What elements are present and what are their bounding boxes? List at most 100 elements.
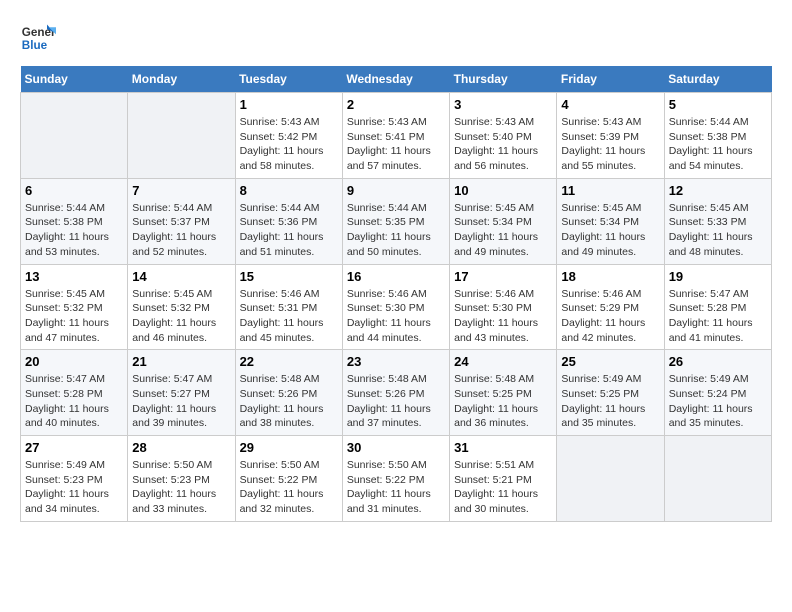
week-row-4: 20Sunrise: 5:47 AMSunset: 5:28 PMDayligh… bbox=[21, 350, 772, 436]
calendar-cell: 17Sunrise: 5:46 AMSunset: 5:30 PMDayligh… bbox=[450, 264, 557, 350]
day-info: Sunrise: 5:45 AMSunset: 5:33 PMDaylight:… bbox=[669, 201, 767, 260]
calendar-cell: 5 Sunrise: 5:44 AMSunset: 5:38 PMDaylight… bbox=[664, 93, 771, 179]
day-number: 6 bbox=[25, 183, 123, 198]
calendar-cell: 14 Sunrise: 5:45 AMSunset: 5:32 PMDayligh… bbox=[128, 264, 235, 350]
day-number: 18 bbox=[561, 269, 659, 284]
day-number: 26 bbox=[669, 354, 767, 369]
day-info: Sunrise: 5:49 AMSunset: 5:23 PMDaylight:… bbox=[25, 458, 123, 517]
svg-text:Blue: Blue bbox=[22, 39, 48, 52]
day-number: 14 bbox=[132, 269, 230, 284]
weekday-header-tuesday: Tuesday bbox=[235, 66, 342, 93]
daylight-hours: Daylight: 11 hours and 48 minutes. bbox=[669, 231, 753, 258]
daylight-hours: Daylight: 11 hours and 54 minutes. bbox=[669, 145, 753, 172]
calendar-cell bbox=[128, 93, 235, 179]
logo: General Blue bbox=[20, 20, 60, 56]
logo-icon: General Blue bbox=[20, 20, 56, 56]
day-info: Sunrise: 5:48 AMSunset: 5:26 PMDaylight:… bbox=[240, 372, 338, 431]
day-info: Sunrise: 5:47 AMSunset: 5:27 PMDaylight:… bbox=[132, 372, 230, 431]
weekday-header-wednesday: Wednesday bbox=[342, 66, 449, 93]
day-info: Sunrise: 5:49 AMSunset: 5:25 PMDaylight:… bbox=[561, 372, 659, 431]
day-number: 2 bbox=[347, 97, 445, 112]
daylight-hours: Daylight: 11 hours and 43 minutes. bbox=[454, 317, 538, 344]
day-info: Sunrise: 5:45 AMSunset: 5:32 PMDaylight:… bbox=[25, 287, 123, 346]
day-info: Sunrise: 5:48 AMSunset: 5:26 PMDaylight:… bbox=[347, 372, 445, 431]
daylight-hours: Daylight: 11 hours and 49 minutes. bbox=[561, 231, 645, 258]
calendar-cell: 22Sunrise: 5:48 AMSunset: 5:26 PMDayligh… bbox=[235, 350, 342, 436]
weekday-header-monday: Monday bbox=[128, 66, 235, 93]
day-number: 28 bbox=[132, 440, 230, 455]
daylight-hours: Daylight: 11 hours and 38 minutes. bbox=[240, 403, 324, 430]
daylight-hours: Daylight: 11 hours and 39 minutes. bbox=[132, 403, 216, 430]
daylight-hours: Daylight: 11 hours and 32 minutes. bbox=[240, 488, 324, 515]
calendar-cell: 12Sunrise: 5:45 AMSunset: 5:33 PMDayligh… bbox=[664, 178, 771, 264]
daylight-hours: Daylight: 11 hours and 33 minutes. bbox=[132, 488, 216, 515]
daylight-hours: Daylight: 11 hours and 37 minutes. bbox=[347, 403, 431, 430]
day-info: Sunrise: 5:50 AMSunset: 5:22 PMDaylight:… bbox=[240, 458, 338, 517]
day-number: 20 bbox=[25, 354, 123, 369]
day-info: Sunrise: 5:43 AMSunset: 5:40 PMDaylight:… bbox=[454, 115, 552, 174]
day-info: Sunrise: 5:45 AMSunset: 5:34 PMDaylight:… bbox=[561, 201, 659, 260]
weekday-header-sunday: Sunday bbox=[21, 66, 128, 93]
day-info: Sunrise: 5:50 AMSunset: 5:23 PMDaylight:… bbox=[132, 458, 230, 517]
daylight-hours: Daylight: 11 hours and 35 minutes. bbox=[669, 403, 753, 430]
day-info: Sunrise: 5:46 AMSunset: 5:29 PMDaylight:… bbox=[561, 287, 659, 346]
calendar-cell: 30 Sunrise: 5:50 AMSunset: 5:22 PMDayligh… bbox=[342, 436, 449, 522]
calendar-cell: 1Sunrise: 5:43 AMSunset: 5:42 PMDaylight… bbox=[235, 93, 342, 179]
daylight-hours: Daylight: 11 hours and 40 minutes. bbox=[25, 403, 109, 430]
day-info: Sunrise: 5:44 AMSunset: 5:38 PMDaylight:… bbox=[669, 115, 767, 174]
day-info: Sunrise: 5:50 AMSunset: 5:22 PMDaylight:… bbox=[347, 458, 445, 517]
day-number: 8 bbox=[240, 183, 338, 198]
day-number: 29 bbox=[240, 440, 338, 455]
day-info: Sunrise: 5:44 AMSunset: 5:35 PMDaylight:… bbox=[347, 201, 445, 260]
day-number: 11 bbox=[561, 183, 659, 198]
day-info: Sunrise: 5:45 AMSunset: 5:34 PMDaylight:… bbox=[454, 201, 552, 260]
daylight-hours: Daylight: 11 hours and 55 minutes. bbox=[561, 145, 645, 172]
day-number: 13 bbox=[25, 269, 123, 284]
daylight-hours: Daylight: 11 hours and 58 minutes. bbox=[240, 145, 324, 172]
day-number: 16 bbox=[347, 269, 445, 284]
daylight-hours: Daylight: 11 hours and 31 minutes. bbox=[347, 488, 431, 515]
calendar-cell: 6Sunrise: 5:44 AMSunset: 5:38 PMDaylight… bbox=[21, 178, 128, 264]
weekday-header-row: SundayMondayTuesdayWednesdayThursdayFrid… bbox=[21, 66, 772, 93]
day-number: 23 bbox=[347, 354, 445, 369]
calendar-cell: 13 Sunrise: 5:45 AMSunset: 5:32 PMDayligh… bbox=[21, 264, 128, 350]
day-info: Sunrise: 5:44 AMSunset: 5:36 PMDaylight:… bbox=[240, 201, 338, 260]
day-info: Sunrise: 5:47 AMSunset: 5:28 PMDaylight:… bbox=[669, 287, 767, 346]
week-row-5: 27Sunrise: 5:49 AMSunset: 5:23 PMDayligh… bbox=[21, 436, 772, 522]
day-number: 15 bbox=[240, 269, 338, 284]
calendar-cell: 26Sunrise: 5:49 AMSunset: 5:24 PMDayligh… bbox=[664, 350, 771, 436]
weekday-header-saturday: Saturday bbox=[664, 66, 771, 93]
calendar-cell: 18 Sunrise: 5:46 AMSunset: 5:29 PMDayligh… bbox=[557, 264, 664, 350]
day-number: 30 bbox=[347, 440, 445, 455]
day-number: 17 bbox=[454, 269, 552, 284]
day-number: 5 bbox=[669, 97, 767, 112]
daylight-hours: Daylight: 11 hours and 41 minutes. bbox=[669, 317, 753, 344]
week-row-3: 13 Sunrise: 5:45 AMSunset: 5:32 PMDayligh… bbox=[21, 264, 772, 350]
day-info: Sunrise: 5:45 AMSunset: 5:32 PMDaylight:… bbox=[132, 287, 230, 346]
day-number: 31 bbox=[454, 440, 552, 455]
day-number: 4 bbox=[561, 97, 659, 112]
daylight-hours: Daylight: 11 hours and 51 minutes. bbox=[240, 231, 324, 258]
calendar-cell: 28 Sunrise: 5:50 AMSunset: 5:23 PMDayligh… bbox=[128, 436, 235, 522]
day-info: Sunrise: 5:51 AMSunset: 5:21 PMDaylight:… bbox=[454, 458, 552, 517]
calendar-table: SundayMondayTuesdayWednesdayThursdayFrid… bbox=[20, 66, 772, 522]
calendar-cell: 27Sunrise: 5:49 AMSunset: 5:23 PMDayligh… bbox=[21, 436, 128, 522]
weekday-header-thursday: Thursday bbox=[450, 66, 557, 93]
daylight-hours: Daylight: 11 hours and 46 minutes. bbox=[132, 317, 216, 344]
day-number: 9 bbox=[347, 183, 445, 198]
calendar-cell: 23 Sunrise: 5:48 AMSunset: 5:26 PMDayligh… bbox=[342, 350, 449, 436]
day-info: Sunrise: 5:46 AMSunset: 5:30 PMDaylight:… bbox=[347, 287, 445, 346]
calendar-cell bbox=[664, 436, 771, 522]
daylight-hours: Daylight: 11 hours and 47 minutes. bbox=[25, 317, 109, 344]
calendar-cell: 16 Sunrise: 5:46 AMSunset: 5:30 PMDayligh… bbox=[342, 264, 449, 350]
daylight-hours: Daylight: 11 hours and 56 minutes. bbox=[454, 145, 538, 172]
calendar-cell: 21 Sunrise: 5:47 AMSunset: 5:27 PMDayligh… bbox=[128, 350, 235, 436]
calendar-cell: 9 Sunrise: 5:44 AMSunset: 5:35 PMDaylight… bbox=[342, 178, 449, 264]
day-number: 1 bbox=[240, 97, 338, 112]
day-info: Sunrise: 5:48 AMSunset: 5:25 PMDaylight:… bbox=[454, 372, 552, 431]
calendar-cell: 20Sunrise: 5:47 AMSunset: 5:28 PMDayligh… bbox=[21, 350, 128, 436]
day-number: 21 bbox=[132, 354, 230, 369]
weekday-header-friday: Friday bbox=[557, 66, 664, 93]
day-info: Sunrise: 5:43 AMSunset: 5:41 PMDaylight:… bbox=[347, 115, 445, 174]
calendar-cell: 10Sunrise: 5:45 AMSunset: 5:34 PMDayligh… bbox=[450, 178, 557, 264]
